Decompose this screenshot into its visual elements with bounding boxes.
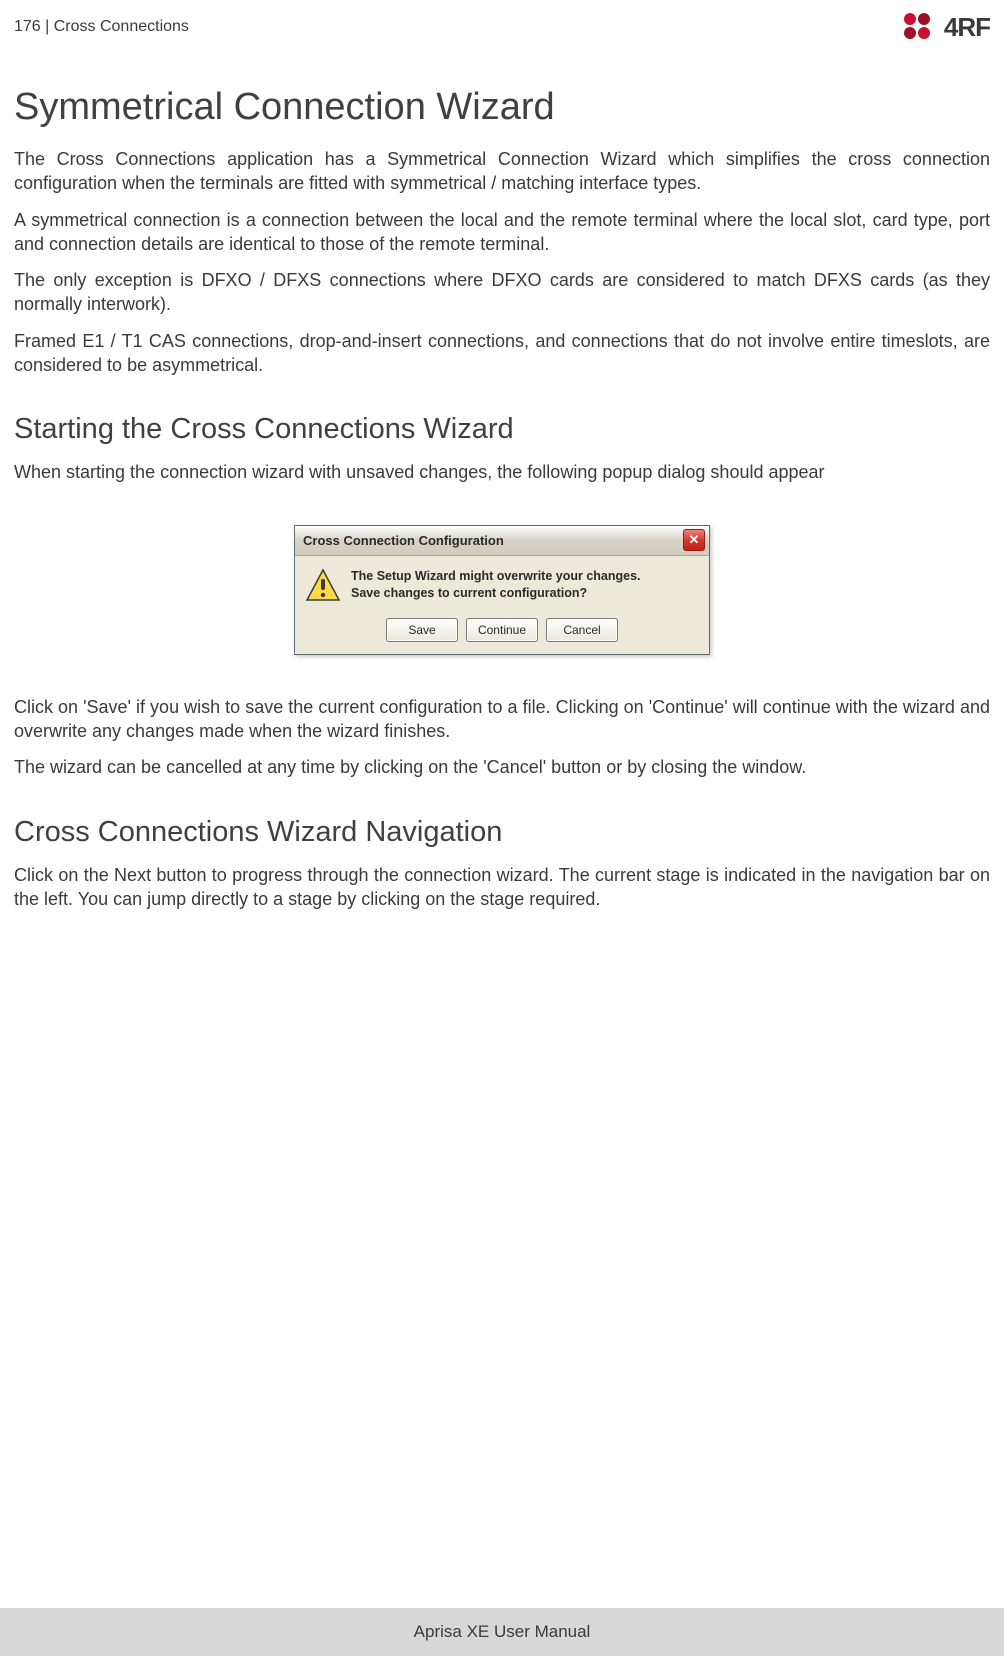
close-icon: ✕ [689, 532, 700, 548]
dialog-message-line: Save changes to current configuration? [351, 585, 641, 602]
body-paragraph: When starting the connection wizard with… [14, 460, 990, 484]
warning-icon [305, 568, 341, 604]
continue-button[interactable]: Continue [466, 618, 538, 642]
brand-logo-icon [902, 11, 940, 43]
section-heading: Cross Connections Wizard Navigation [14, 816, 990, 849]
body-paragraph: Click on the Next button to progress thr… [14, 863, 990, 912]
page-footer: Aprisa XE User Manual [0, 1608, 1004, 1656]
confirmation-dialog: Cross Connection Configuration ✕ The Set… [294, 525, 710, 655]
dialog-message: The Setup Wizard might overwrite your ch… [351, 568, 641, 602]
page-title: Symmetrical Connection Wizard [14, 86, 990, 129]
cancel-button[interactable]: Cancel [546, 618, 618, 642]
section-heading: Starting the Cross Connections Wizard [14, 413, 990, 446]
save-button[interactable]: Save [386, 618, 458, 642]
body-paragraph: The wizard can be cancelled at any time … [14, 755, 990, 779]
body-paragraph: The Cross Connections application has a … [14, 147, 990, 196]
body-paragraph: The only exception is DFXO / DFXS connec… [14, 268, 990, 317]
body-paragraph: Click on 'Save' if you wish to save the … [14, 695, 990, 744]
page-header-text: 176 | Cross Connections [14, 18, 189, 36]
dialog-title: Cross Connection Configuration [303, 533, 504, 548]
close-button[interactable]: ✕ [683, 529, 705, 551]
brand-logo: 4RF [902, 11, 990, 43]
dialog-titlebar: Cross Connection Configuration ✕ [295, 526, 709, 556]
body-paragraph: A symmetrical connection is a connection… [14, 208, 990, 257]
dialog-message-line: The Setup Wizard might overwrite your ch… [351, 568, 641, 585]
brand-logo-text: 4RF [944, 12, 990, 43]
body-paragraph: Framed E1 / T1 CAS connections, drop-and… [14, 329, 990, 378]
